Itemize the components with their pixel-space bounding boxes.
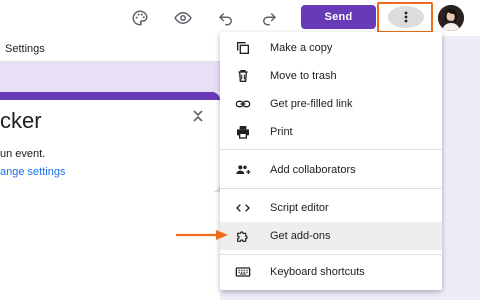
form-body-area <box>0 192 220 300</box>
menu-item-make-copy[interactable]: Make a copy <box>220 34 442 62</box>
menu-item-label: Get add-ons <box>270 230 331 242</box>
redo-icon[interactable] <box>257 6 281 30</box>
puzzle-icon <box>234 228 252 244</box>
menu-item-get-prefilled-link[interactable]: Get pre-filled link <box>220 90 442 118</box>
tab-settings[interactable]: Settings <box>5 43 45 55</box>
menu-item-move-to-trash[interactable]: Move to trash <box>220 62 442 90</box>
form-description[interactable]: un event. <box>0 148 45 160</box>
eye-icon[interactable] <box>171 6 195 30</box>
menu-divider <box>220 188 442 189</box>
menu-item-label: Make a copy <box>270 42 333 54</box>
code-icon <box>234 200 252 216</box>
menu-item-label: Keyboard shortcuts <box>270 266 365 278</box>
menu-item-keyboard-shortcuts[interactable]: Keyboard shortcuts <box>220 258 442 286</box>
avatar[interactable] <box>438 5 464 31</box>
menu-divider <box>220 149 442 150</box>
undo-icon[interactable] <box>214 6 238 30</box>
top-toolbar: Send <box>0 0 480 36</box>
menu-item-get-add-ons[interactable]: Get add-ons <box>220 222 442 250</box>
palette-icon[interactable] <box>128 6 152 30</box>
menu-item-label: Add collaborators <box>270 164 356 176</box>
change-settings-link[interactable]: ange settings <box>0 166 65 178</box>
form-title[interactable]: cker <box>0 108 42 134</box>
menu-divider <box>220 254 442 255</box>
menu-item-add-collaborators[interactable]: Add collaborators <box>220 156 442 184</box>
send-button[interactable]: Send <box>301 5 376 29</box>
add-people-icon <box>234 162 252 178</box>
copy-icon <box>234 40 252 56</box>
menu-item-label: Move to trash <box>270 70 337 82</box>
annotation-arrow-icon <box>176 230 228 240</box>
menu-item-label: Print <box>270 126 293 138</box>
keyboard-icon <box>234 264 252 280</box>
more-vert-icon[interactable] <box>388 6 424 28</box>
menu-item-label: Script editor <box>270 202 329 214</box>
more-options-menu: Make a copy Move to trash Get pre-filled… <box>220 32 442 290</box>
right-background <box>442 36 480 300</box>
menu-item-print[interactable]: Print <box>220 118 442 146</box>
menu-item-script-editor[interactable]: Script editor <box>220 194 442 222</box>
trash-icon <box>234 68 252 84</box>
link-icon <box>234 96 252 112</box>
collapse-icon[interactable] <box>192 109 204 123</box>
menu-item-label: Get pre-filled link <box>270 98 353 110</box>
print-icon <box>234 124 252 140</box>
